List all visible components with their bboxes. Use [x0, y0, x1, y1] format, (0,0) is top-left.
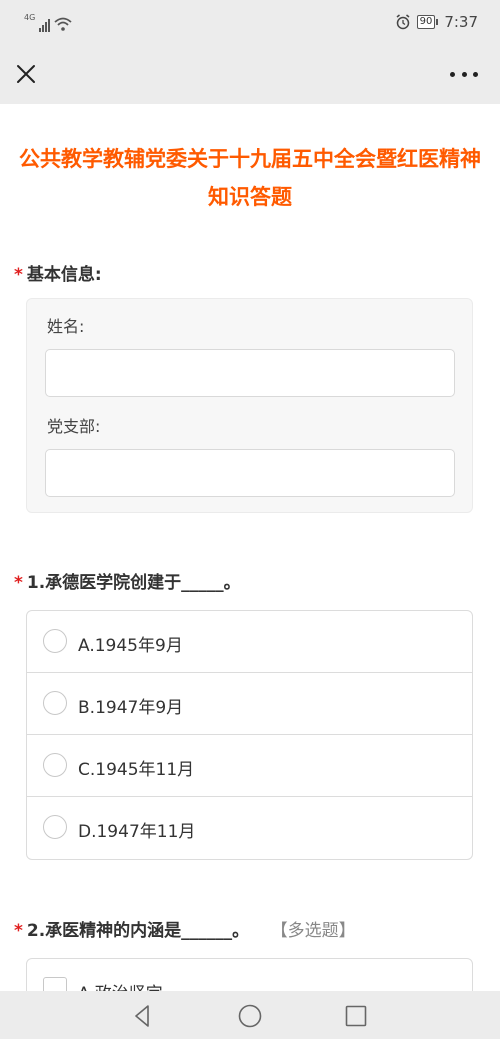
question-1-options: A.1945年9月 B.1947年9月 C.1945年11月 D.1947年11…	[26, 610, 473, 860]
system-nav-bar	[0, 991, 500, 1039]
option-1-c[interactable]: C.1945年11月	[27, 735, 472, 797]
radio-icon[interactable]	[43, 629, 67, 653]
more-icon[interactable]	[450, 66, 478, 82]
radio-icon[interactable]	[43, 753, 67, 777]
basic-info-label: * 基本信息:	[14, 260, 102, 285]
basic-info-text: 基本信息:	[26, 265, 102, 285]
close-icon[interactable]	[14, 62, 38, 86]
clock: 7:37	[444, 13, 478, 31]
network-label: 4G	[24, 13, 36, 22]
status-left: 4G	[24, 12, 72, 32]
option-1-d[interactable]: D.1947年11月	[27, 797, 472, 859]
battery-level: 90	[416, 15, 436, 29]
question-1-text: 1.承德医学院创建于_____。	[26, 573, 241, 593]
battery-icon: 90	[416, 15, 439, 29]
option-1-b[interactable]: B.1947年9月	[27, 673, 472, 735]
required-mark: *	[14, 573, 23, 593]
required-mark: *	[14, 265, 23, 285]
option-label: A.1945年9月	[78, 636, 183, 656]
name-input[interactable]	[45, 349, 455, 397]
checkbox-icon[interactable]	[43, 977, 67, 991]
radio-icon[interactable]	[43, 691, 67, 715]
status-right: 90 7:37	[395, 12, 478, 32]
signal-icon	[39, 18, 51, 32]
question-1-label: * 1.承德医学院创建于_____。	[14, 568, 241, 593]
option-label: D.1947年11月	[78, 822, 196, 842]
back-icon[interactable]	[128, 1001, 158, 1031]
wifi-icon	[54, 17, 72, 31]
required-mark: *	[14, 921, 23, 941]
question-2-text: 2.承医精神的内涵是______。	[26, 921, 250, 941]
alarm-icon	[396, 14, 410, 30]
option-label: C.1945年11月	[78, 760, 195, 780]
radio-icon[interactable]	[43, 815, 67, 839]
option-label: B.1947年9月	[78, 698, 184, 718]
recent-apps-icon[interactable]	[341, 1001, 371, 1031]
survey-content[interactable]: 公共教学教辅党委关于十九届五中全会暨红医精神知识答题 * 基本信息: 姓名: 党支…	[0, 104, 500, 991]
basic-info-box: 姓名: 党支部:	[26, 298, 473, 513]
status-bar: 4G 90 7:37	[0, 0, 500, 46]
option-1-a[interactable]: A.1945年9月	[27, 611, 472, 673]
name-label: 姓名:	[47, 317, 85, 336]
question-2-options: A.政治坚定	[26, 958, 473, 991]
survey-title: 公共教学教辅党委关于十九届五中全会暨红医精神知识答题	[19, 147, 481, 209]
branch-input[interactable]	[45, 449, 455, 497]
home-icon[interactable]	[235, 1001, 265, 1031]
question-2-label: * 2.承医精神的内涵是______。 【多选题】	[14, 916, 356, 941]
nav-bar	[0, 46, 500, 104]
branch-label: 党支部:	[47, 417, 101, 436]
option-2-a[interactable]: A.政治坚定	[27, 959, 472, 991]
multi-select-tag: 【多选题】	[279, 921, 356, 941]
option-label: A.政治坚定	[78, 979, 163, 991]
